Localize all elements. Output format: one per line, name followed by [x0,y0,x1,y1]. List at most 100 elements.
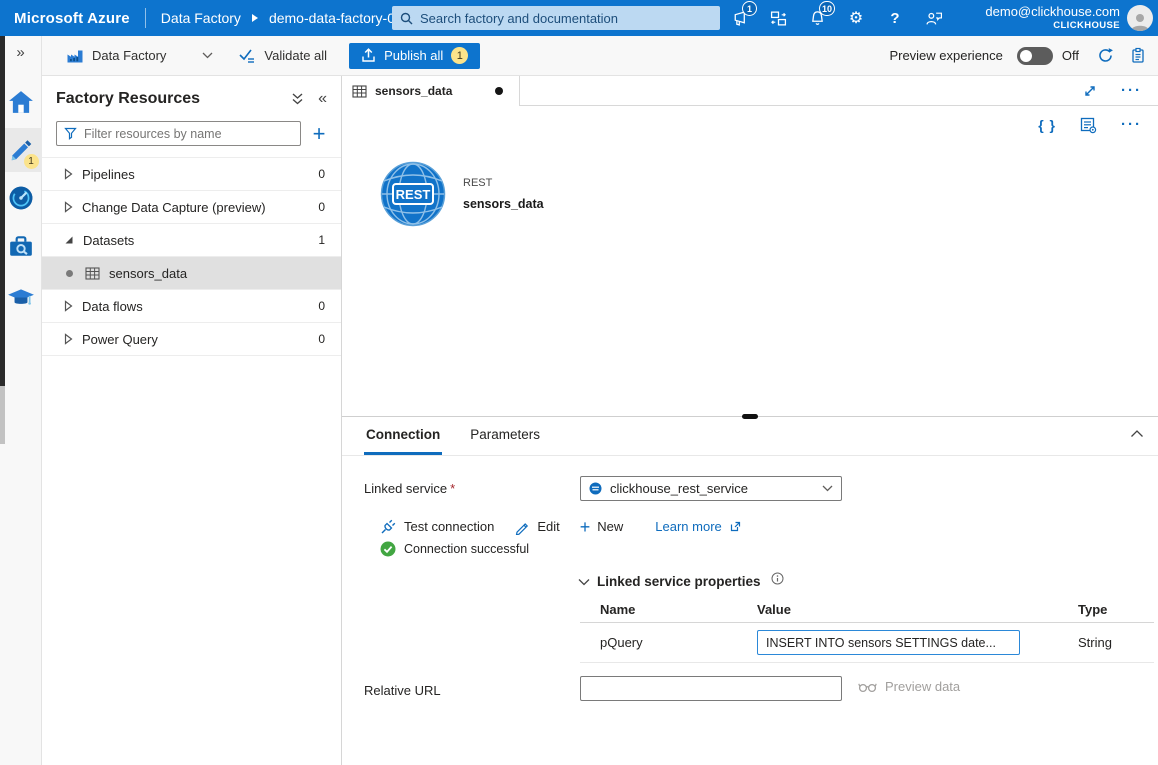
glasses-icon [858,680,877,693]
canvas-more-icon[interactable]: ··· [1121,121,1142,129]
announcements-badge: 1 [742,1,757,16]
factory-resources-panel: Factory Resources « + Pipelines 0 Change… [42,76,342,765]
validate-all-label: Validate all [264,48,327,63]
sidebar-item-learning[interactable] [0,276,42,320]
dataset-name-label: sensors_data [463,197,544,211]
help-icon[interactable]: ? [886,9,904,27]
left-scroll-thumb[interactable] [0,386,5,444]
table-icon [352,85,367,98]
sidebar-item-manage[interactable] [0,224,42,268]
dataset-canvas: sensors_data ··· { } ··· REST REST s [342,76,1158,417]
data-factory-menu-label: Data Factory [92,48,166,63]
test-connection-button[interactable]: Test connection [380,518,494,535]
azure-brand[interactable]: Microsoft Azure [14,10,130,27]
panel-resize-handle[interactable] [742,414,758,419]
show-notifications-list-icon[interactable] [1130,47,1146,64]
sidebar-item-home[interactable] [0,80,42,124]
feedback-icon[interactable] [925,9,943,27]
tab-parameters[interactable]: Parameters [468,417,542,455]
notifications-bell-icon[interactable]: 10 [808,9,826,27]
account-tenant: CLICKHOUSE [985,20,1120,32]
breadcrumb-app[interactable]: Data Factory [161,10,241,26]
notifications-badge: 10 [819,1,835,16]
info-icon[interactable] [771,572,784,585]
data-factory-menu[interactable]: Data Factory [66,48,213,64]
search-input[interactable] [420,11,712,26]
tree-item-label: Data flows [82,299,318,314]
relative-url-input[interactable] [580,676,842,701]
chevron-right-icon[interactable] [64,300,73,312]
dataset-type-label: REST [463,177,544,189]
property-name: pQuery [580,635,757,650]
left-scroll-strip [0,36,5,386]
tab-connection[interactable]: Connection [364,417,442,455]
preview-data-button[interactable]: Preview data [858,679,960,694]
tree-item-data-flows[interactable]: Data flows 0 [42,290,341,323]
tree-item-count: 1 [318,233,325,247]
publish-all-label: Publish all [384,48,443,63]
publish-all-button[interactable]: Publish all 1 [349,43,480,69]
sidebar-item-author[interactable]: 1 [0,128,42,172]
dataset-item-label: sensors_data [109,266,187,281]
edit-button[interactable]: Edit [514,519,559,535]
chevron-down-icon [202,52,213,59]
tree-item-count: 0 [318,332,325,346]
collapse-properties-icon[interactable] [1130,429,1144,438]
relative-url-label: Relative URL [364,683,441,698]
filter-resources-input[interactable] [84,127,293,141]
add-resource-button[interactable]: + [305,123,333,145]
validate-all-button[interactable]: Validate all [239,48,327,63]
new-button[interactable]: + New [580,519,624,534]
dataset-properties-panel: Connection Parameters Linked service* cl… [342,417,1158,765]
global-search[interactable] [392,6,720,30]
connection-status-text: Connection successful [404,542,529,556]
account-info[interactable]: demo@clickhouse.com CLICKHOUSE [985,4,1120,32]
sidebar-item-monitor[interactable] [0,176,42,220]
announcements-icon[interactable]: 1 [730,9,748,27]
linked-service-properties-section[interactable]: Linked service properties [578,574,784,589]
tree-item-sensors-data[interactable]: sensors_data [42,257,341,290]
tab-more-icon[interactable]: ··· [1121,87,1142,95]
pquery-value-input[interactable] [757,630,1020,655]
properties-icon[interactable] [1080,117,1097,134]
filter-funnel-icon [64,127,77,140]
gear-icon[interactable]: ⚙ [847,9,865,27]
expand-all-icon[interactable] [291,92,304,106]
breadcrumb-factory[interactable]: demo-data-factory-00 [269,10,403,26]
tree-item-label: Change Data Capture (preview) [82,200,318,215]
learn-more-link[interactable]: Learn more [655,519,741,534]
tree-item-count: 0 [318,200,325,214]
expand-canvas-icon[interactable] [1083,84,1097,98]
chevron-right-icon[interactable] [64,201,73,213]
toggle-state-label: Off [1062,48,1079,63]
tree-item-power-query[interactable]: Power Query 0 [42,323,341,356]
collapse-panel-icon[interactable]: « [318,92,327,106]
dataset-card[interactable]: REST REST sensors_data [380,161,544,227]
account-email: demo@clickhouse.com [985,4,1120,20]
tree-item-change-data-capture[interactable]: Change Data Capture (preview) 0 [42,191,341,224]
learning-cap-icon [7,287,35,309]
preview-experience-toggle[interactable] [1017,47,1053,65]
chevron-expanded-icon[interactable] [64,235,74,245]
filter-resources-box[interactable] [56,121,301,146]
code-view-icon[interactable]: { } [1038,117,1056,133]
tree-item-datasets[interactable]: Datasets 1 [42,224,341,257]
refresh-icon[interactable] [1097,47,1114,64]
publish-count-badge: 1 [451,47,468,64]
switch-directory-icon[interactable] [769,9,787,27]
expand-rail-icon[interactable]: » [16,44,24,68]
linked-service-dropdown[interactable]: clickhouse_rest_service [580,476,842,501]
dataset-status-dot [66,270,73,277]
tree-item-label: Power Query [82,332,318,347]
author-badge: 1 [24,154,39,169]
plug-icon [380,518,397,535]
azure-top-bar: Microsoft Azure Data Factory demo-data-f… [0,0,1158,36]
unsaved-changes-dot [495,87,503,95]
connection-status: Connection successful [380,541,529,557]
avatar[interactable] [1127,5,1153,31]
linked-service-value: clickhouse_rest_service [610,481,814,496]
tree-item-pipelines[interactable]: Pipelines 0 [42,158,341,191]
tab-sensors-data[interactable]: sensors_data [342,76,520,106]
chevron-right-icon[interactable] [64,168,73,180]
chevron-right-icon[interactable] [64,333,73,345]
